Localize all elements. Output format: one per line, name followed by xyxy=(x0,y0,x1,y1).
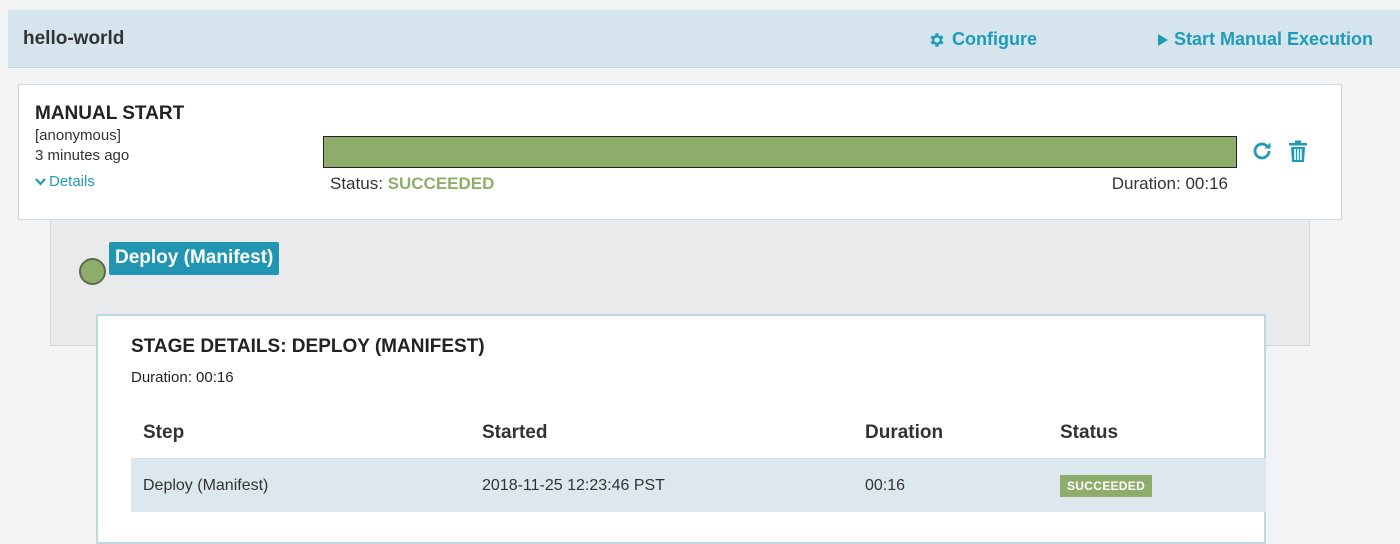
trigger-time: 3 minutes ago xyxy=(35,147,130,164)
column-header-step: Step xyxy=(143,422,185,443)
start-manual-execution-button[interactable]: Start Manual Execution xyxy=(1158,29,1373,50)
step-duration: 00:16 xyxy=(865,477,906,494)
column-header-started: Started xyxy=(482,422,548,443)
configure-label: Configure xyxy=(952,29,1037,49)
details-toggle[interactable]: Details xyxy=(35,173,95,190)
trash-icon[interactable] xyxy=(1286,139,1310,163)
execution-card: MANUAL START [anonymous] 3 minutes ago D… xyxy=(18,84,1342,220)
stage-details-title: STAGE DETAILS: DEPLOY (MANIFEST) xyxy=(131,336,485,357)
application-title: hello-world xyxy=(23,28,125,49)
table-row[interactable]: Deploy (Manifest) 2018-11-25 12:23:46 PS… xyxy=(131,458,1266,512)
column-header-status: Status xyxy=(1060,422,1119,443)
chevron-down-icon xyxy=(35,177,46,186)
status-value: SUCCEEDED xyxy=(387,174,495,193)
status-badge: SUCCEEDED xyxy=(1060,475,1153,497)
trigger-user: [anonymous] xyxy=(35,127,121,144)
status-line: Status: SUCCEEDED xyxy=(330,174,494,194)
configure-button[interactable]: Configure xyxy=(928,29,1037,50)
gear-icon xyxy=(930,32,944,47)
status-prefix: Status: xyxy=(330,174,383,193)
table-header: Step Started Duration Status xyxy=(131,412,1266,458)
start-manual-execution-label: Start Manual Execution xyxy=(1174,29,1374,49)
steps-table: Step Started Duration Status Deploy (Man… xyxy=(131,412,1266,512)
stage-deploy-manifest[interactable]: Deploy (Manifest) xyxy=(109,242,280,275)
stage-details-duration: Duration: 00:16 xyxy=(131,369,234,386)
execution-duration: Duration: 00:16 xyxy=(1111,174,1228,193)
details-label: Details xyxy=(49,173,95,190)
stage-details-panel: STAGE DETAILS: DEPLOY (MANIFEST) Duratio… xyxy=(96,314,1266,544)
step-name: Deploy (Manifest) xyxy=(143,477,269,494)
trigger-title: MANUAL START xyxy=(35,103,185,124)
app-header: hello-world Configure Start Manual Execu… xyxy=(8,10,1400,68)
step-started: 2018-11-25 12:23:46 PST xyxy=(482,477,665,494)
column-header-duration: Duration xyxy=(865,422,944,443)
stage-status-dot[interactable] xyxy=(79,258,106,285)
play-icon xyxy=(1158,33,1168,46)
refresh-icon[interactable] xyxy=(1250,139,1274,163)
progress-fill xyxy=(324,137,1236,167)
execution-progress-bar[interactable] xyxy=(323,136,1237,168)
